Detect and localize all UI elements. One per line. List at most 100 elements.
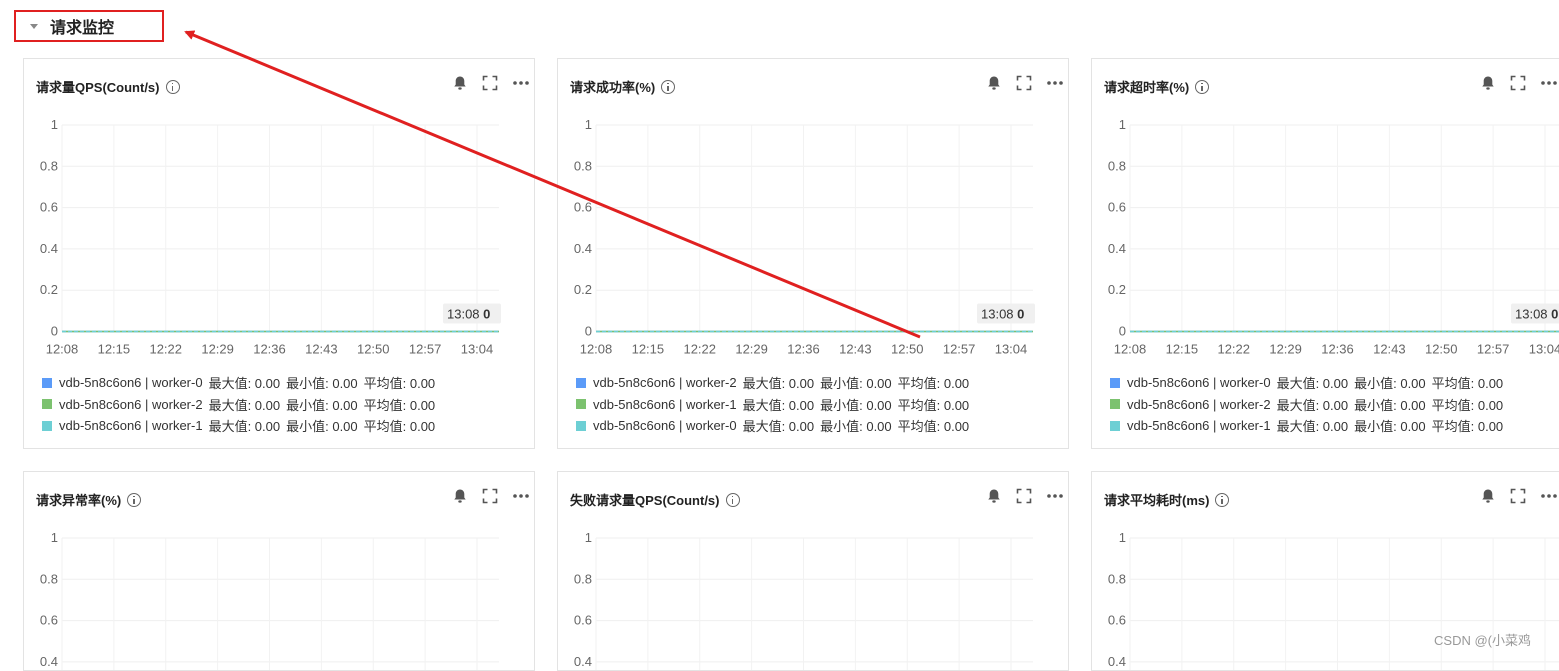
panel-title: 失败请求量QPS(Count/s) (570, 490, 740, 509)
y-tick-label: 0.4 (1108, 654, 1126, 669)
y-tick-label: 0.8 (574, 158, 592, 173)
x-tick-label: 12:22 (149, 342, 182, 357)
legend-stat-avg: 平均值: 0.00 (363, 397, 436, 413)
x-tick-label: 12:50 (357, 342, 390, 357)
chart-svg: 1 0.8 0.6 0.4 (574, 530, 1033, 670)
y-tick-label: 0.6 (1108, 613, 1126, 628)
y-tick-label: 0.6 (1108, 200, 1126, 215)
x-tick-label: 12:29 (1269, 342, 1302, 357)
legend-item[interactable]: vdb-5n8c6on6 | worker-1 最大值: 0.00 最小值: 0.0… (42, 415, 435, 437)
panel-title-text: 请求成功率(%) (570, 80, 656, 95)
panel-title: 请求成功率(%) (570, 77, 676, 96)
legend-stat-min: 最小值: 0.00 (1354, 397, 1426, 413)
chart-svg: 1 0.8 0.6 0.4 0.2 0 12:08 12:15 12:22 12:29 12:36 1… (40, 117, 501, 357)
bell-icon[interactable] (1480, 488, 1496, 504)
y-tick-label: 0.4 (1108, 241, 1126, 256)
x-tick-label: 12:57 (409, 342, 442, 357)
more-options-icon[interactable] (1046, 488, 1063, 504)
more-options-icon[interactable] (1540, 488, 1557, 504)
legend-series-name: vdb-5n8c6on6 | worker-1 (59, 418, 203, 434)
info-icon[interactable] (661, 79, 676, 94)
panel-failed-qps: 失败请求量QPS(Count/s) 1 0.8 0.6 0.4 (557, 471, 1069, 671)
more-options-icon[interactable] (512, 75, 529, 91)
section-title: 请求监控 (50, 20, 115, 37)
fullscreen-icon[interactable] (1016, 488, 1032, 504)
bell-icon[interactable] (986, 488, 1002, 504)
bell-icon[interactable] (986, 75, 1002, 91)
legend-item[interactable]: vdb-5n8c6on6 | worker-2 最大值: 0.00 最小值: 0.0… (42, 394, 435, 416)
legend-item[interactable]: vdb-5n8c6on6 | worker-0 最大值: 0.00 最小值: 0.0… (1110, 372, 1503, 394)
y-tick-label: 0.8 (1108, 571, 1126, 586)
panel-qps: 请求量QPS(Count/s) 1 0.8 0.6 0.4 0.2 0 12:08 12:15 1… (23, 58, 535, 449)
info-icon[interactable] (1215, 492, 1230, 507)
panel-success-rate: 请求成功率(%) 1 0.8 0.6 0.4 0.2 0 12:08 12:15 12:22 12:… (557, 58, 1069, 449)
y-tick-label: 1 (51, 530, 58, 545)
legend-stat-avg: 平均值: 0.00 (1431, 419, 1504, 435)
legend-stat-max: 最大值: 0.00 (208, 419, 281, 435)
x-tick-label: 12:36 (787, 342, 820, 357)
legend-series-name: vdb-5n8c6on6 | worker-1 (1127, 418, 1271, 434)
tooltip-text: 13:08 0 (981, 307, 1024, 322)
legend-stat-min: 最小值: 0.00 (1354, 419, 1426, 435)
panel-title-text: 请求平均耗时(ms) (1104, 493, 1210, 508)
x-tick-label: 12:15 (98, 342, 131, 357)
fullscreen-icon[interactable] (482, 75, 498, 91)
y-tick-label: 1 (585, 530, 592, 545)
y-tick-label: 0.6 (574, 613, 592, 628)
legend-swatch (1110, 399, 1120, 410)
legend-stat-max: 最大值: 0.00 (1276, 376, 1349, 392)
legend-stat-max: 最大值: 0.00 (208, 397, 281, 413)
legend-swatch (1110, 420, 1120, 431)
info-icon[interactable] (1195, 79, 1210, 94)
fullscreen-icon[interactable] (1016, 75, 1032, 91)
legend-stat-min: 最小值: 0.00 (286, 376, 358, 392)
legend-item[interactable]: vdb-5n8c6on6 | worker-0 最大值: 0.00 最小值: 0.0… (42, 372, 435, 394)
more-options-icon[interactable] (1540, 75, 1557, 91)
legend-series-name: vdb-5n8c6on6 | worker-0 (593, 418, 737, 434)
x-tick-label: 12:08 (1114, 342, 1147, 357)
legend-stat-max: 最大值: 0.00 (1276, 397, 1349, 413)
legend-item[interactable]: vdb-5n8c6on6 | worker-1 最大值: 0.00 最小值: 0.0… (576, 394, 969, 416)
legend-stat-min: 最小值: 0.00 (286, 419, 358, 435)
more-options-icon[interactable] (1046, 75, 1063, 91)
legend-swatch (42, 377, 52, 388)
fullscreen-icon[interactable] (1510, 75, 1526, 91)
y-tick-label: 0.8 (40, 571, 58, 586)
legend-item[interactable]: vdb-5n8c6on6 | worker-2 最大值: 0.00 最小值: 0.0… (1110, 394, 1503, 416)
x-tick-label: 12:57 (943, 342, 976, 357)
tooltip-time: 13:08 (1515, 307, 1551, 322)
y-tick-label: 1 (585, 117, 592, 132)
bell-icon[interactable] (452, 75, 468, 91)
y-tick-label: 0.2 (574, 282, 592, 297)
legend-series-name: vdb-5n8c6on6 | worker-0 (1127, 375, 1271, 391)
more-options-icon[interactable] (512, 488, 529, 504)
bell-icon[interactable] (1480, 75, 1496, 91)
legend-item[interactable]: vdb-5n8c6on6 | worker-1 最大值: 0.00 最小值: 0.0… (1110, 415, 1503, 437)
legend-item[interactable]: vdb-5n8c6on6 | worker-0 最大值: 0.00 最小值: 0.0… (576, 415, 969, 437)
info-icon[interactable] (725, 492, 740, 507)
panel-toolbar (1466, 488, 1557, 504)
panel-toolbar (438, 75, 529, 91)
y-tick-label: 1 (51, 117, 58, 132)
legend-item[interactable]: vdb-5n8c6on6 | worker-2 最大值: 0.00 最小值: 0.0… (576, 372, 969, 394)
legend-stat-max: 最大值: 0.00 (742, 397, 815, 413)
x-tick-label: 12:50 (1425, 342, 1458, 357)
x-tick-label: 12:22 (1217, 342, 1250, 357)
collapse-caret-icon[interactable] (30, 23, 38, 29)
chart-legend: vdb-5n8c6on6 | worker-2 最大值: 0.00 最小值: 0.0… (576, 372, 969, 437)
legend-stat-min: 最小值: 0.00 (820, 376, 892, 392)
legend-stat-min: 最小值: 0.00 (1354, 376, 1426, 392)
legend-stat-avg: 平均值: 0.00 (363, 376, 436, 392)
fullscreen-icon[interactable] (482, 488, 498, 504)
legend-stat-min: 最小值: 0.00 (286, 397, 358, 413)
legend-series-name: vdb-5n8c6on6 | worker-2 (1127, 396, 1271, 412)
info-icon[interactable] (127, 492, 142, 507)
chart-svg: 1 0.8 0.6 0.4 (40, 530, 499, 670)
bell-icon[interactable] (452, 488, 468, 504)
section-header-request-monitoring[interactable]: 请求监控 (14, 10, 164, 42)
tooltip-value: 0 (1551, 307, 1558, 322)
y-tick-label: 0 (51, 324, 58, 339)
legend-stat-max: 最大值: 0.00 (1276, 419, 1349, 435)
info-icon[interactable] (165, 79, 180, 94)
fullscreen-icon[interactable] (1510, 488, 1526, 504)
